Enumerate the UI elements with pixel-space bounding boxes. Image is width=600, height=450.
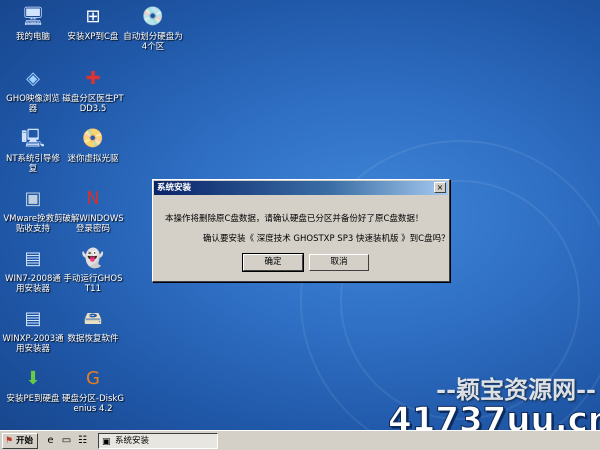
- desktop-icon[interactable]: ▣ VMware挽救剪贴收支持: [2, 186, 64, 235]
- desktop-app-icon: ✚: [85, 68, 101, 89]
- desktop-icon[interactable]: 📀 迷你虚拟光驱: [62, 126, 124, 165]
- desktop-icon[interactable]: 🖥 我的电脑: [2, 4, 64, 43]
- desktop-app-icon: 🖳: [20, 128, 45, 149]
- desktop-icon-label: 安装XP到C盘: [67, 32, 119, 42]
- desktop-app-icon: G: [86, 368, 100, 389]
- window-icon: ▣: [102, 437, 111, 447]
- desktop-app-icon: ▤: [24, 308, 42, 329]
- desktop-app-icon: 🖥: [21, 6, 45, 27]
- start-button[interactable]: ⚑ 开始: [2, 433, 38, 449]
- desktop-icon[interactable]: ◈ GHO映像浏览器: [2, 66, 64, 115]
- desktop-icon-label: NT系统引导修复: [5, 154, 61, 174]
- desktop-icon[interactable]: 🖳 NT系统引导修复: [2, 126, 64, 175]
- desktop-icon-label: 我的电脑: [15, 32, 50, 42]
- quick-launch-browser-icon[interactable]: e: [44, 434, 57, 447]
- windows-flag-icon: ⚑: [5, 436, 14, 446]
- desktop-icon-label: GHO映像浏览器: [6, 94, 60, 114]
- start-label: 开始: [16, 436, 34, 446]
- desktop-app-icon: 🖴: [83, 308, 103, 329]
- desktop-icon-label: 数据恢复软件: [67, 334, 119, 344]
- desktop-app-icon: 💿: [141, 6, 165, 27]
- desktop-icon[interactable]: ⬇ 安装PE到硬盘: [2, 366, 64, 405]
- desktop-icon[interactable]: G 硬盘分区-DiskGenius 4.2: [62, 366, 124, 415]
- desktop-icon-label: 安装PE到硬盘: [6, 394, 60, 404]
- desktop-icon[interactable]: 👻 手动运行GHOST11: [62, 246, 124, 295]
- desktop-icon-label: 磁盘分区医生PTDD3.5: [62, 94, 124, 114]
- quick-launch-drive-icon[interactable]: ▭: [60, 434, 73, 447]
- desktop-icon[interactable]: 🖴 数据恢复软件: [62, 306, 124, 345]
- dialog-message-warning: 本操作将删除原C盘数据，请确认硬盘已分区并备份好了原C盘数据！: [165, 214, 424, 224]
- desktop-app-icon: ▤: [24, 248, 42, 269]
- desktop-icon[interactable]: ▤ WINXP-2003通用安装器: [2, 306, 64, 355]
- desktop-app-icon: N: [86, 188, 100, 209]
- desktop-icon[interactable]: ✚ 磁盘分区医生PTDD3.5: [62, 66, 124, 115]
- desktop-icon-label: WINXP-2003通用安装器: [2, 334, 64, 354]
- dialog-title-bar[interactable]: 系统安装 ×: [154, 181, 448, 195]
- desktop-icon-label: 破解WINDOWS登录密码: [62, 214, 124, 234]
- desktop-app-icon: ⬇: [25, 368, 41, 389]
- task-label: 系统安装: [115, 436, 150, 446]
- desktop-icon-label: WIN7-2008通用安装器: [5, 274, 61, 294]
- ok-button[interactable]: 确定: [242, 253, 304, 272]
- desktop-app-icon: 👻: [81, 248, 105, 269]
- desktop-icon-label: 硬盘分区-DiskGenius 4.2: [62, 394, 124, 414]
- desktop-icon[interactable]: N 破解WINDOWS登录密码: [62, 186, 124, 235]
- dialog-message-confirm: 确认要安装《 深度技术 GHOSTXP SP3 快速装机版 》到C盘吗？: [203, 234, 450, 244]
- desktop-icon[interactable]: ⊞ 安装XP到C盘: [62, 4, 124, 43]
- desktop-icon-label: 迷你虚拟光驱: [67, 154, 119, 164]
- task-system-install[interactable]: ▣ 系统安装: [98, 433, 218, 449]
- desktop-icon-label: 手动运行GHOST11: [63, 274, 123, 294]
- desktop-app-icon: 📀: [81, 128, 105, 149]
- desktop-app-icon: ◈: [26, 68, 40, 89]
- desktop-icon-label: 自动划分硬盘为4个区: [123, 32, 183, 52]
- quick-launch-network-icon[interactable]: ☷: [76, 434, 89, 447]
- close-icon[interactable]: ×: [434, 182, 446, 193]
- desktop-icon-label: VMware挽救剪贴收支持: [3, 214, 63, 234]
- desktop-app-icon: ⊞: [85, 6, 101, 27]
- taskbar: ⚑ 开始 e ▭ ☷ ▣ 系统安装: [0, 430, 600, 450]
- desktop-icon[interactable]: ▤ WIN7-2008通用安装器: [2, 246, 64, 295]
- cancel-button[interactable]: 取消: [309, 254, 369, 271]
- system-install-dialog: 系统安装 × 本操作将删除原C盘数据，请确认硬盘已分区并备份好了原C盘数据！ 确…: [152, 179, 450, 282]
- desktop-app-icon: ▣: [24, 188, 42, 209]
- desktop-icon[interactable]: 💿 自动划分硬盘为4个区: [122, 4, 184, 53]
- dialog-title: 系统安装: [157, 183, 192, 193]
